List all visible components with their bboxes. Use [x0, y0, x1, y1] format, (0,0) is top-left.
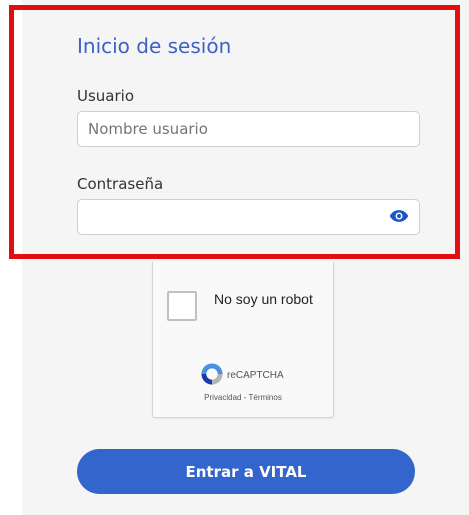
recaptcha-links: Privacidad - Términos [153, 393, 333, 402]
recaptcha-checkbox[interactable] [167, 291, 197, 321]
highlight-box [9, 5, 460, 259]
recaptcha-brand: reCAPTCHA [227, 370, 284, 381]
privacy-link[interactable]: Privacidad [204, 393, 241, 402]
recaptcha-widget: No soy un robot reCAPTCHA Privacidad - T… [152, 262, 334, 418]
submit-button[interactable]: Entrar a VITAL [77, 449, 415, 494]
recaptcha-logo-icon [201, 363, 223, 385]
terms-link[interactable]: Términos [248, 393, 281, 402]
recaptcha-label: No soy un robot [214, 291, 313, 307]
